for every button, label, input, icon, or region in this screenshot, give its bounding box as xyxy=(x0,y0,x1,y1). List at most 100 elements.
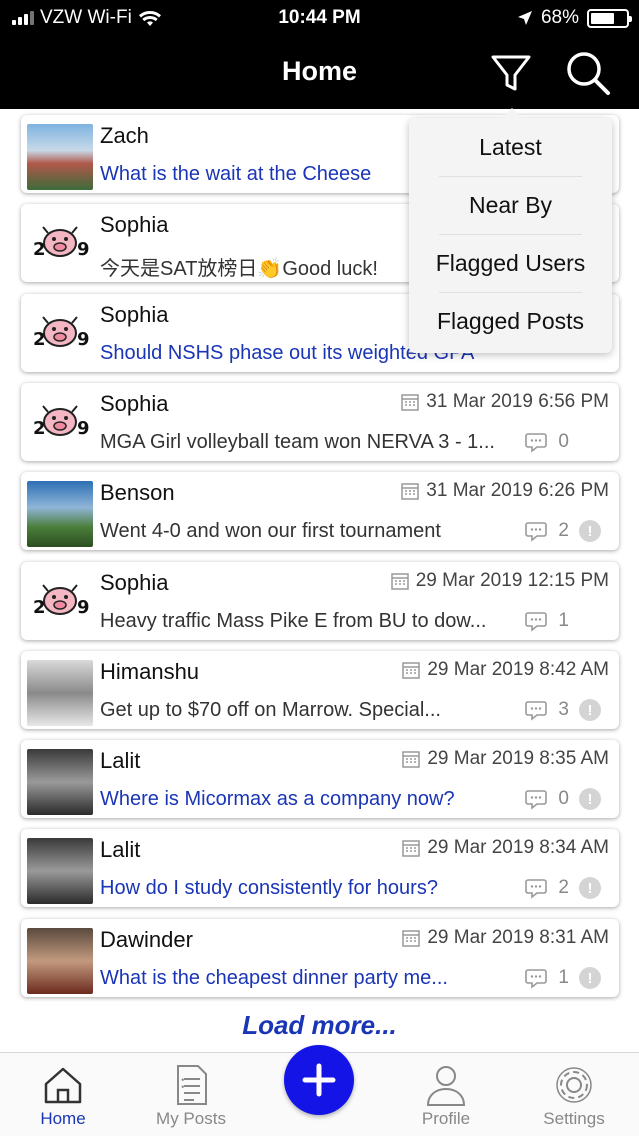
comment-count: 1 xyxy=(558,610,569,631)
post-date: 29 Mar 2019 12:15 PM xyxy=(390,570,609,592)
comment-count: 0 xyxy=(558,431,569,452)
battery-icon xyxy=(587,8,632,28)
post-author: Himanshu xyxy=(100,659,200,684)
comment-count: 2 xyxy=(558,520,569,541)
post-message[interactable]: Went 4-0 and won our first tournament xyxy=(100,520,441,543)
avatar xyxy=(27,838,93,904)
post-meta: 0 xyxy=(524,431,601,453)
filter-icon xyxy=(491,55,531,91)
comments-icon xyxy=(525,879,548,899)
post-message[interactable]: Heavy traffic Mass Pike E from BU to dow… xyxy=(100,610,486,633)
search-button[interactable] xyxy=(563,48,613,98)
nav-header: Home xyxy=(0,36,639,109)
comments-icon xyxy=(525,433,548,453)
flag-icon[interactable]: ! xyxy=(579,520,601,542)
post-message[interactable]: What is the wait at the Cheese xyxy=(100,163,371,186)
post-message[interactable]: Where is Micormax as a company now? xyxy=(100,788,455,811)
post-card[interactable]: Benson 31 Mar 2019 6:26 PM Went 4-0 and wo… xyxy=(21,472,619,550)
post-card[interactable]: Dawinder 29 Mar 2019 8:31 AM What is the c… xyxy=(21,919,619,997)
filter-option-flagged-posts[interactable]: Flagged Posts xyxy=(409,292,612,350)
calendar-icon xyxy=(390,573,409,590)
flag-icon[interactable]: ! xyxy=(579,699,601,721)
battery-group: 68% xyxy=(517,7,632,29)
svg-text:9: 9 xyxy=(77,418,90,439)
comment-count: 1 xyxy=(558,967,569,988)
post-card[interactable]: Lalit 29 Mar 2019 8:35 AM Where is Micorma… xyxy=(21,740,619,818)
post-card[interactable]: Lalit 29 Mar 2019 8:34 AM How do I study c… xyxy=(21,829,619,907)
plus-icon xyxy=(302,1063,336,1097)
svg-text:2: 2 xyxy=(33,418,46,439)
comments-icon xyxy=(525,522,548,542)
comments-icon xyxy=(525,701,548,721)
avatar xyxy=(27,928,93,994)
calendar-icon xyxy=(402,751,421,768)
tab-my-posts[interactable]: My Posts xyxy=(136,1061,246,1129)
post-date: 29 Mar 2019 8:34 AM xyxy=(401,837,609,859)
post-meta: 2! xyxy=(524,520,601,542)
tab-settings[interactable]: Settings xyxy=(519,1061,629,1129)
post-author: Sophia xyxy=(100,391,169,416)
post-date: 29 Mar 2019 8:35 AM xyxy=(401,748,609,770)
calendar-icon xyxy=(401,483,420,500)
avatar: 29 xyxy=(27,392,93,458)
battery-percent: 68% xyxy=(540,7,579,28)
comment-count: 2 xyxy=(558,877,569,898)
post-meta: 1 xyxy=(524,610,601,632)
filter-option-near-by[interactable]: Near By xyxy=(409,176,612,234)
post-date: 29 Mar 2019 8:31 AM xyxy=(401,927,609,949)
tab-home[interactable]: Home xyxy=(8,1061,118,1129)
post-date-label: 31 Mar 2019 6:56 PM xyxy=(426,391,609,412)
filter-dropdown: Latest Near By Flagged Users Flagged Pos… xyxy=(409,108,612,353)
flag-icon[interactable]: ! xyxy=(579,967,601,989)
post-date-label: 29 Mar 2019 8:31 AM xyxy=(427,927,609,948)
avatar xyxy=(27,660,93,726)
post-message[interactable]: Get up to $70 off on Marrow. Special... xyxy=(100,699,441,722)
avatar xyxy=(27,481,93,547)
avatar xyxy=(27,124,93,190)
page-title: Home xyxy=(281,56,357,86)
filter-option-latest[interactable]: Latest xyxy=(409,118,612,176)
post-card[interactable]: Himanshu 29 Mar 2019 8:42 AM Get up to $70… xyxy=(21,651,619,729)
post-author: Lalit xyxy=(100,748,141,773)
post-message[interactable]: 今天是SAT放榜日👏Good luck! xyxy=(100,252,378,281)
filter-option-flagged-users[interactable]: Flagged Users xyxy=(409,234,612,292)
add-post-button[interactable] xyxy=(284,1045,354,1115)
svg-text:9: 9 xyxy=(77,597,90,618)
post-date-label: 29 Mar 2019 12:15 PM xyxy=(415,570,609,591)
svg-text:2: 2 xyxy=(33,329,46,350)
post-message[interactable]: How do I study consistently for hours? xyxy=(100,877,438,900)
tab-label-settings: Settings xyxy=(543,1109,605,1128)
post-meta: 0! xyxy=(524,788,601,810)
comments-icon xyxy=(525,612,548,632)
calendar-icon xyxy=(401,394,420,411)
post-author: Benson xyxy=(100,480,175,505)
gear-icon xyxy=(556,1067,592,1103)
post-message[interactable]: What is the cheapest dinner party me... xyxy=(100,967,448,990)
document-icon xyxy=(177,1065,207,1105)
post-author: Sophia xyxy=(100,212,169,237)
post-date: 31 Mar 2019 6:56 PM xyxy=(400,391,609,413)
battery-fill xyxy=(591,12,615,24)
post-date-label: 29 Mar 2019 8:42 AM xyxy=(427,659,609,680)
post-card[interactable]: 2 9 Sophia 29 Mar 2019 12:15 PM Heavy traffi… xyxy=(21,562,619,640)
avatar: 29 xyxy=(27,213,93,279)
load-more-link[interactable]: Load more... xyxy=(0,1010,639,1041)
tab-label-my-posts: My Posts xyxy=(156,1109,226,1128)
flag-icon[interactable]: ! xyxy=(579,788,601,810)
calendar-icon xyxy=(402,662,421,679)
post-date-label: 31 Mar 2019 6:26 PM xyxy=(426,480,609,501)
post-author: Zach xyxy=(100,123,149,148)
flag-icon[interactable]: ! xyxy=(579,877,601,899)
svg-text:2: 2 xyxy=(33,597,46,618)
home-icon xyxy=(44,1067,82,1104)
tab-profile[interactable]: Profile xyxy=(391,1061,501,1129)
svg-text:9: 9 xyxy=(77,239,90,260)
post-author: Lalit xyxy=(100,837,141,862)
post-date: 29 Mar 2019 8:42 AM xyxy=(401,659,609,681)
filter-button[interactable] xyxy=(486,48,536,98)
comments-icon xyxy=(525,969,548,989)
tab-label-profile: Profile xyxy=(421,1109,471,1128)
comments-icon xyxy=(525,790,548,810)
post-card[interactable]: 2 9 Sophia 31 Mar 2019 6:56 PM MGA Girl voll… xyxy=(21,383,619,461)
post-message[interactable]: MGA Girl volleyball team won NERVA 3 - 1… xyxy=(100,431,495,454)
